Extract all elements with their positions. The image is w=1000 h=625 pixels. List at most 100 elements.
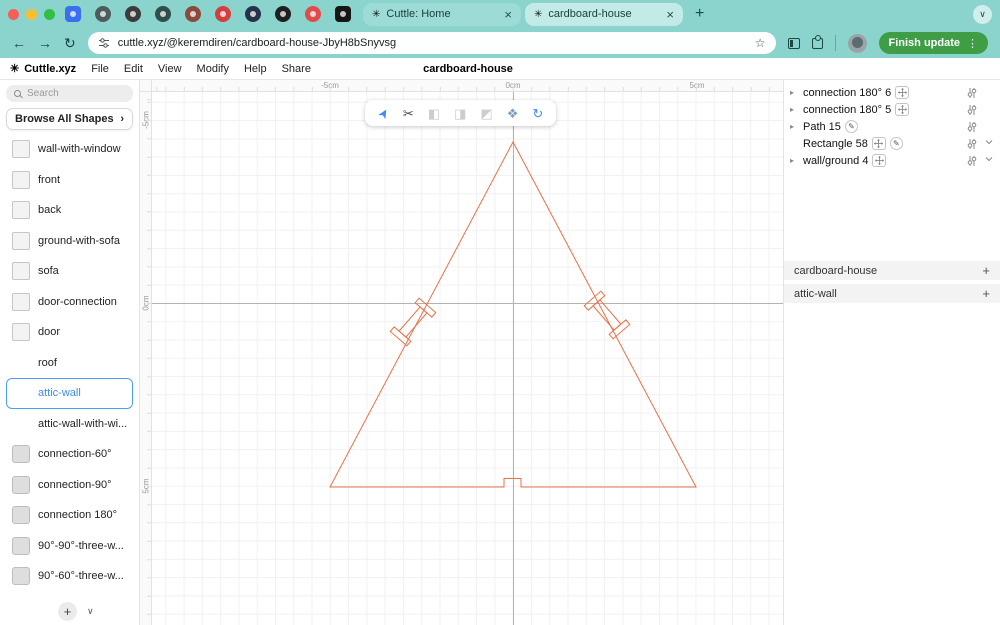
edit-pencil-icon[interactable]: ✎ [889,137,903,150]
tab-close-icon[interactable]: × [666,7,674,22]
shape-item-ground-with-sofa[interactable]: ground-with-sofa [6,226,133,257]
pinned-tab-icon[interactable] [335,6,351,22]
add-component-icon[interactable]: + [982,286,990,301]
expander-icon[interactable]: ▸ [790,156,799,165]
attic-wall-triangle-path[interactable] [329,140,697,488]
profile-avatar[interactable] [847,33,867,53]
knife-tool-icon[interactable]: ✂ [403,107,414,120]
shape-item-90-90-three-wall[interactable]: 90°-90°-three-w... [6,531,133,562]
menu-edit[interactable]: Edit [124,63,143,75]
shape-item-door[interactable]: door [6,317,133,348]
shape-item-front[interactable]: front [6,165,133,196]
extensions-puzzle-icon[interactable] [811,34,823,49]
connection-slot-right[interactable] [583,290,631,340]
expander-icon[interactable]: ▸ [790,105,799,114]
pinned-tab-icon[interactable] [215,6,231,22]
transform-icon[interactable] [895,86,910,99]
window-minimize-button[interactable] [26,8,37,20]
menu-view[interactable]: View [158,63,182,75]
pinned-tab-icon[interactable] [275,6,291,22]
pinned-tab-icon[interactable] [185,6,201,22]
shape-item-attic-wall-with-window[interactable]: attic-wall-with-wi... [6,409,133,440]
object-row-rectangle-58[interactable]: Rectangle 58 ✎ [784,135,1000,152]
pinned-tab-icon[interactable] [65,6,81,22]
back-icon[interactable]: ← [12,35,26,51]
shape-item-attic-wall[interactable]: attic-wall [6,378,133,409]
shape-item-wall-with-window[interactable]: wall-with-window [6,134,133,165]
component-cardboard-house[interactable]: cardboard-house + [784,261,1000,280]
boolean-union-icon[interactable]: ◧ [428,107,440,120]
transform-icon[interactable] [895,103,910,116]
expander-icon[interactable]: ▸ [790,122,799,131]
menu-share[interactable]: Share [282,63,311,75]
side-panel-icon[interactable] [787,37,800,49]
chevron-down-icon[interactable]: ∨ [87,606,94,617]
shape-thumbnail [12,354,30,372]
object-row-wall-ground-4[interactable]: ▸ wall/ground 4 [784,152,1000,169]
tab-cuttle-home[interactable]: ✳ Cuttle: Home × [363,2,521,26]
pinned-tab-icon[interactable] [155,6,171,22]
ruler-label: -5cm [321,81,339,90]
component-attic-wall[interactable]: attic-wall + [784,284,1000,303]
connection-slot-left[interactable] [389,297,437,347]
modifiers-icon[interactable] [966,121,978,133]
pinned-tab-icon[interactable] [125,6,141,22]
shape-item-connection-60[interactable]: connection-60° [6,439,133,470]
pinned-tab-icon[interactable] [95,6,111,22]
boolean-subtract-icon[interactable]: ◨ [454,107,466,120]
tab-search-button[interactable]: ∨ [973,4,992,24]
add-shape-button[interactable]: + [58,602,77,621]
expander-icon[interactable]: ▸ [790,88,799,97]
modifiers-icon[interactable] [966,104,978,116]
collapse-chevron-icon[interactable] [982,154,996,167]
add-component-icon[interactable]: + [982,263,990,278]
canvas-shapes[interactable] [152,92,783,625]
shape-item-sofa[interactable]: sofa [6,256,133,287]
pinned-tab-icon[interactable] [305,6,321,22]
reload-icon[interactable]: ↻ [64,35,76,52]
menu-help[interactable]: Help [244,63,267,75]
menu-modify[interactable]: Modify [197,63,229,75]
drawing-area[interactable]: ➤ ✂ ◧ ◨ ◩ ❖ ↻ [152,92,783,625]
cuttle-brand[interactable]: ✳ Cuttle.xyz [10,62,76,76]
menu-file[interactable]: File [91,63,109,75]
rotate-tool-icon[interactable]: ↻ [532,107,543,120]
new-tab-button[interactable]: + [695,5,704,23]
pinned-tab-icon[interactable] [245,6,261,22]
boolean-intersect-icon[interactable]: ◩ [480,107,492,120]
object-row-connection-180-6[interactable]: ▸ connection 180° 6 [784,84,1000,101]
address-bar[interactable]: cuttle.xyz/@keremdiren/cardboard-house-J… [87,32,776,54]
object-row-connection-180-5[interactable]: ▸ connection 180° 5 [784,101,1000,118]
shape-label: 90°-60°-three-w... [38,570,124,583]
search-input[interactable]: Search [6,85,133,102]
site-settings-icon[interactable] [98,37,110,49]
transform-icon[interactable] [872,154,887,167]
object-name: connection 180° 6 [803,86,892,99]
modifiers-icon[interactable] [966,87,978,99]
window-close-button[interactable] [8,8,19,20]
shape-label: connection-60° [38,448,112,461]
tab-cardboard-house[interactable]: ✳ cardboard-house × [525,2,683,26]
transform-icon[interactable] [871,137,886,150]
finish-update-button[interactable]: Finish update ⋮ [878,32,988,54]
bookmark-star-icon[interactable]: ☆ [755,36,766,50]
shape-item-door-connection[interactable]: door-connection [6,287,133,318]
shape-item-connection-90[interactable]: connection-90° [6,470,133,501]
shape-item-90-60-three-wall[interactable]: 90°-60°-three-w... [6,561,133,592]
path-tool-icon[interactable]: ❖ [507,107,519,120]
window-zoom-button[interactable] [44,8,55,20]
select-tool-icon[interactable]: ➤ [374,105,392,122]
shape-item-connection-180[interactable]: connection 180° [6,500,133,531]
browse-all-shapes-button[interactable]: Browse All Shapes › [6,108,133,130]
tab-close-icon[interactable]: × [504,7,512,22]
forward-icon[interactable]: → [38,35,52,51]
browser-menu-icon[interactable]: ⋮ [967,37,978,50]
object-row-path-15[interactable]: ▸ Path 15 ✎ [784,118,1000,135]
collapse-chevron-icon[interactable] [982,137,996,150]
modifiers-icon[interactable] [966,155,978,167]
shape-item-back[interactable]: back [6,195,133,226]
modifiers-icon[interactable] [966,138,978,150]
edit-pencil-icon[interactable]: ✎ [844,120,858,133]
url-text[interactable]: cuttle.xyz/@keremdiren/cardboard-house-J… [118,37,747,49]
shape-item-roof[interactable]: roof [6,348,133,379]
